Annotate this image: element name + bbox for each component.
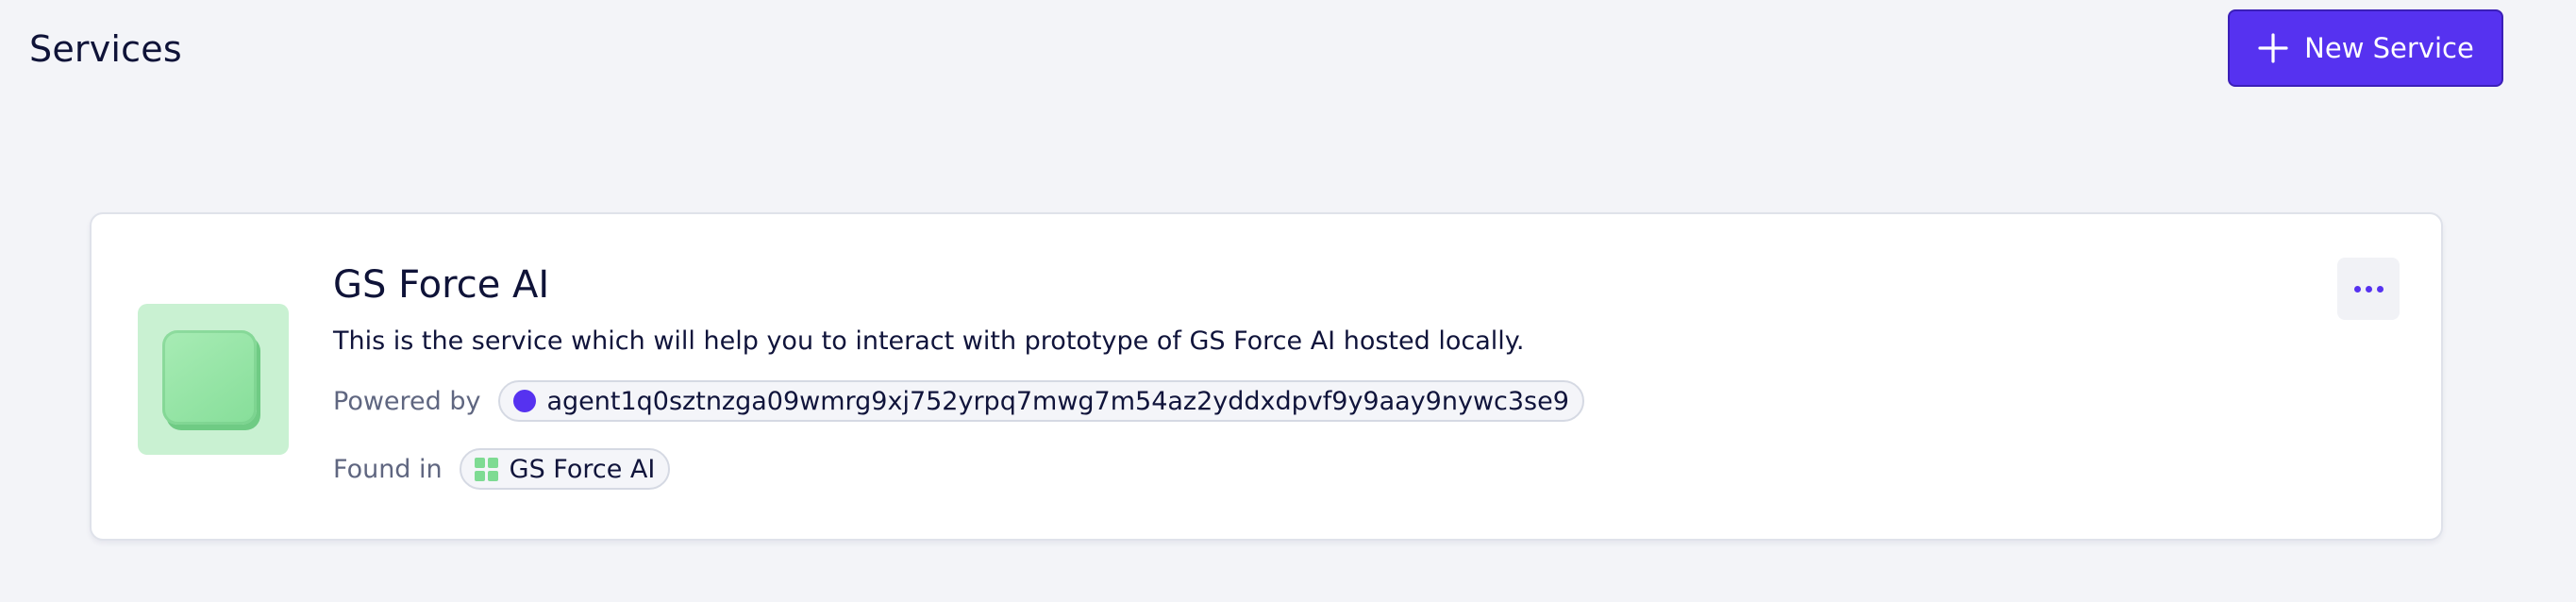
powered-by-row: Powered by agent1q0sztnzga09wmrg9xj752yr… <box>333 380 1584 422</box>
more-horizontal-icon <box>2353 285 2361 293</box>
found-in-chip[interactable]: GS Force AI <box>459 448 671 490</box>
found-in-label: Found in <box>333 454 443 484</box>
more-options-button[interactable] <box>2337 258 2400 320</box>
service-logo-icon <box>138 304 289 455</box>
service-name[interactable]: GS Force AI <box>333 259 549 311</box>
plus-icon <box>2257 32 2289 64</box>
found-in-row: Found in GS Force AI <box>333 448 671 490</box>
more-dot <box>2365 285 2372 293</box>
service-card[interactable]: GS Force AI This is the service which wi… <box>90 212 2443 541</box>
new-service-label: New Service <box>2304 32 2474 64</box>
service-description: This is the service which will help you … <box>333 326 1525 356</box>
agent-address-chip[interactable]: agent1q0sztnzga09wmrg9xj752yrpq7mwg7m54a… <box>497 380 1584 422</box>
powered-by-label: Powered by <box>333 386 481 416</box>
agent-address: agent1q0sztnzga09wmrg9xj752yrpq7mwg7m54a… <box>546 386 1569 416</box>
found-in-value: GS Force AI <box>509 454 656 484</box>
agent-avatar-icon <box>512 390 536 412</box>
new-service-button[interactable]: New Service <box>2228 9 2503 87</box>
page-title: Services <box>29 28 182 70</box>
more-dot <box>2376 285 2384 293</box>
grid-icon <box>474 457 498 481</box>
